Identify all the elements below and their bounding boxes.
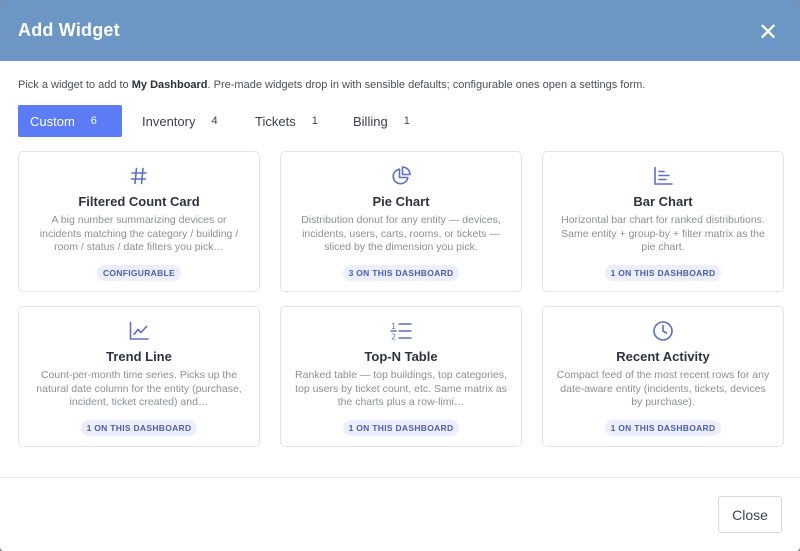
hash-icon — [129, 164, 149, 188]
svg-text:2: 2 — [391, 333, 396, 342]
dashboard-name: My Dashboard — [131, 79, 208, 91]
modal-header: Add Widget ✕ — [0, 0, 800, 61]
widget-grid: Filtered Count Card A big number summari… — [18, 151, 784, 447]
modal-description: Pick a widget to add to My Dashboard. Pr… — [18, 79, 782, 95]
tab-count: 1 — [403, 115, 410, 127]
widget-title: Top-N Table — [364, 349, 438, 364]
widget-card-bar-chart[interactable]: Bar Chart Horizontal bar chart for ranke… — [542, 151, 784, 292]
tab-label: Inventory — [142, 113, 196, 129]
pie-chart-icon — [390, 164, 412, 188]
widget-title: Filtered Count Card — [78, 194, 200, 209]
tab-billing[interactable]: Billing 1 — [341, 105, 417, 137]
widget-title: Trend Line — [106, 349, 172, 364]
widget-card-trend-line[interactable]: Trend Line Count-per-month time series. … — [18, 306, 260, 447]
widget-badge: 1 ON THIS DASHBOARD — [604, 420, 722, 436]
clock-icon — [652, 319, 674, 343]
tab-label: Tickets — [255, 113, 296, 129]
tab-inventory[interactable]: Inventory 4 — [130, 105, 235, 137]
widget-badge: 1 ON THIS DASHBOARD — [604, 265, 722, 281]
add-widget-modal: Add Widget ✕ Pick a widget to add to My … — [0, 0, 800, 551]
modal-title: Add Widget — [18, 20, 120, 40]
widget-badge: 3 ON THIS DASHBOARD — [342, 265, 460, 281]
tab-label: Billing — [353, 113, 388, 129]
widget-category-tabs: Custom 6 Inventory 4 Tickets 1 Billing 1 — [18, 105, 782, 137]
widget-description: Count-per-month time series. Picks up th… — [36, 369, 242, 408]
description-suffix: . Pre-made widgets drop in with sensible… — [207, 79, 646, 91]
close-button[interactable]: Close — [718, 496, 782, 533]
widget-title: Pie Chart — [372, 194, 430, 209]
tab-tickets[interactable]: Tickets 1 — [243, 105, 333, 137]
tab-count: 1 — [311, 115, 318, 127]
ordered-list-icon: 1 2 — [389, 319, 413, 343]
description-prefix: Pick a widget to add to — [18, 79, 132, 91]
widget-card-filtered-count[interactable]: Filtered Count Card A big number summari… — [18, 151, 260, 292]
widget-title: Bar Chart — [633, 194, 693, 209]
close-icon[interactable]: ✕ — [758, 20, 778, 45]
modal-footer: Close — [0, 477, 800, 551]
bar-chart-icon — [652, 164, 674, 188]
tab-count: 6 — [90, 115, 97, 127]
widget-description: Horizontal bar chart for ranked distribu… — [561, 214, 765, 253]
widget-title: Recent Activity — [616, 349, 710, 364]
widget-description: Ranked table — top buildings, top catego… — [295, 369, 507, 408]
widget-description: A big number summarizing devices or inci… — [39, 214, 239, 253]
trend-line-icon — [128, 319, 150, 343]
widget-card-recent-activity[interactable]: Recent Activity Compact feed of the most… — [542, 306, 784, 447]
tab-label: Custom — [30, 113, 75, 129]
widget-badge: CONFIGURABLE — [96, 265, 182, 281]
tab-count: 4 — [211, 115, 218, 127]
modal-body: Pick a widget to add to My Dashboard. Pr… — [0, 61, 800, 447]
widget-badge: 1 ON THIS DASHBOARD — [80, 420, 198, 436]
svg-text:1: 1 — [391, 322, 396, 331]
widget-card-pie-chart[interactable]: Pie Chart Distribution donut for any ent… — [280, 151, 522, 292]
tab-custom[interactable]: Custom 6 — [18, 105, 122, 137]
widget-card-top-n-table[interactable]: 1 2 Top-N Table Ranked table — top build… — [280, 306, 522, 447]
widget-description: Distribution donut for any entity — devi… — [301, 214, 501, 253]
widget-description: Compact feed of the most recent rows for… — [556, 369, 770, 408]
widget-badge: 1 ON THIS DASHBOARD — [342, 420, 460, 436]
